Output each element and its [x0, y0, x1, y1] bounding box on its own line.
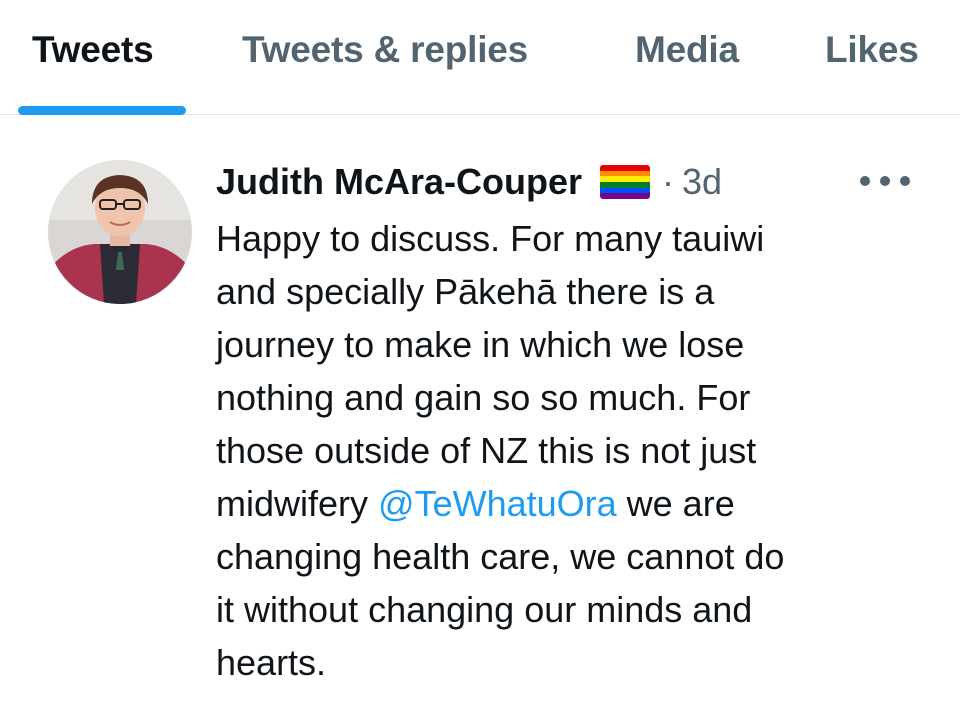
- tab-media[interactable]: Media: [635, 28, 739, 72]
- more-options-icon[interactable]: [860, 170, 910, 192]
- tweet-line: hearts.: [216, 642, 327, 683]
- tweet-text-fragment: midwifery: [216, 483, 379, 524]
- profile-tabs: Tweets Tweets & replies Media Likes: [0, 0, 960, 115]
- active-tab-indicator: [18, 106, 186, 115]
- mention-link[interactable]: @TeWhatuOra: [378, 483, 617, 524]
- tab-tweets[interactable]: Tweets: [32, 28, 154, 72]
- tweet-line: midwifery @TeWhatuOra we are: [216, 477, 916, 530]
- rainbow-flag-icon: [600, 165, 651, 199]
- more-dot: [880, 176, 890, 186]
- avatar[interactable]: [48, 160, 192, 304]
- separator-dot: ·: [662, 161, 675, 202]
- tweet-text-fragment: we are: [616, 483, 735, 524]
- tab-tweets-and-replies[interactable]: Tweets & replies: [242, 28, 528, 72]
- tweet-line: Happy to discuss. For many tauiwi: [216, 218, 765, 259]
- tweet-line: changing health care, we cannot do: [216, 536, 785, 577]
- tweet-line: nothing and gain so so much. For: [216, 377, 751, 418]
- tab-likes[interactable]: Likes: [825, 28, 919, 72]
- avatar-image: [48, 160, 192, 304]
- tweet-line: journey to make in which we lose: [216, 324, 745, 365]
- tweet-line: it without changing our minds and: [216, 589, 753, 630]
- tweet-body: Happy to discuss. For many tauiwi and sp…: [216, 212, 916, 689]
- tweet-header: Judith McAra-Couper · 3d: [216, 160, 722, 204]
- more-dot: [860, 176, 870, 186]
- tweet-line: and specially Pākehā there is a: [216, 271, 715, 312]
- tweet-line: those outside of NZ this is not just: [216, 430, 757, 471]
- more-dot: [900, 176, 910, 186]
- author-name[interactable]: Judith McAra-Couper: [216, 161, 582, 203]
- tweet-timestamp[interactable]: 3d: [682, 161, 722, 203]
